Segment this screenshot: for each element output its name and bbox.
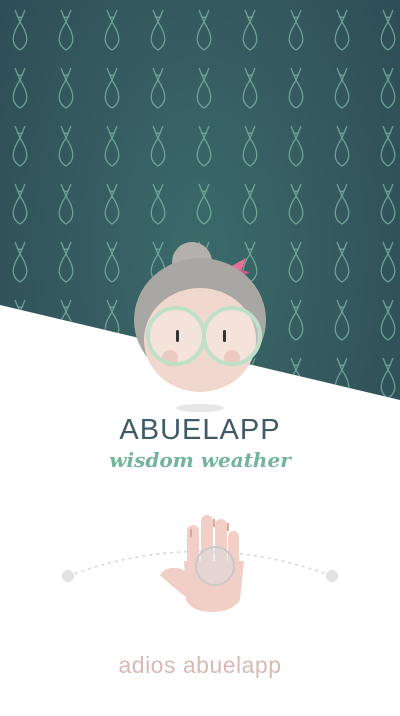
slider-knob[interactable] (195, 546, 235, 586)
swipe-left-dot (62, 570, 74, 582)
app-title: ABUELAPP (119, 414, 281, 446)
exit-button[interactable]: adios abuelapp (0, 652, 400, 679)
avatar-shadow (176, 404, 224, 412)
splash-screen: ABUELAPP wisdom weather adios abuelapp (0, 0, 400, 716)
swipe-right-dot (326, 570, 338, 582)
app-subtitle: wisdom weather (109, 448, 291, 472)
grandma-face-icon (134, 242, 266, 392)
